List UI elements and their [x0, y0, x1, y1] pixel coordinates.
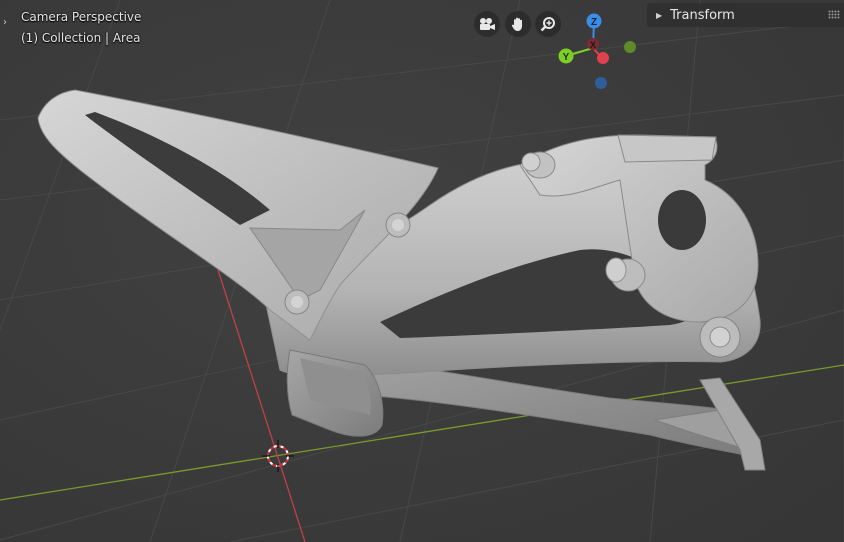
gizmo-x-handle[interactable] [597, 52, 609, 64]
gizmo-neg-z-handle[interactable] [595, 77, 607, 89]
gizmo-y-label: Y [563, 52, 570, 63]
gizmo-neg-y-handle[interactable] [624, 41, 636, 53]
3d-viewport[interactable]: › Camera Perspective (1) Collection | Ar… [0, 0, 844, 542]
triangle-right-icon[interactable]: ▶ [656, 11, 662, 20]
transform-panel-header[interactable]: ▶ Transform [647, 3, 844, 27]
drag-grip-icon[interactable] [828, 10, 840, 19]
camera-view-button[interactable] [474, 11, 500, 37]
gizmo-x-label: X [590, 40, 596, 50]
transform-panel-title: Transform [670, 7, 735, 23]
view-name-label: Camera Perspective [21, 10, 142, 24]
collection-label: (1) Collection | Area [21, 31, 141, 45]
navigation-gizmo[interactable]: X Z Y [550, 6, 650, 96]
camera-view-icon [480, 18, 495, 30]
toolbar-toggle-icon[interactable]: › [0, 14, 10, 32]
scene-canvas[interactable] [0, 0, 844, 542]
pan-view-button[interactable] [505, 11, 531, 37]
hand-pan-icon [511, 17, 522, 31]
gizmo-z-label: Z [591, 17, 597, 28]
